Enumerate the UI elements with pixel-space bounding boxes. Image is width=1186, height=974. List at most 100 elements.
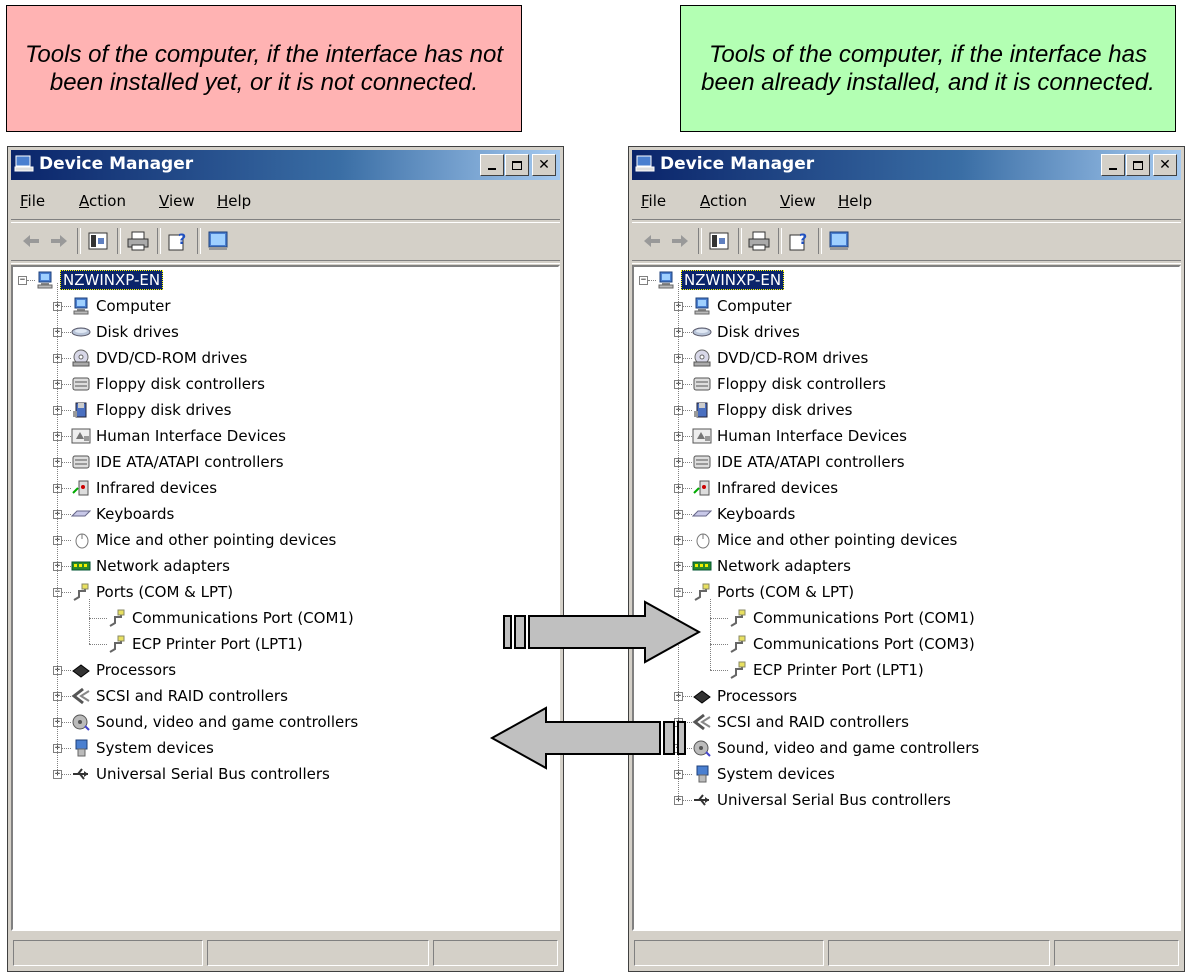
forward-icon[interactable] <box>47 229 71 253</box>
tree-item-human-interface-devices[interactable]: Human Interface Devices <box>692 423 907 449</box>
menu-accelerator: H <box>838 192 850 210</box>
menu-h[interactable]: Help <box>838 192 872 210</box>
tree-item-network-adapters[interactable]: Network adapters <box>692 553 851 579</box>
menu-label: iew <box>789 192 816 210</box>
tree-item-ports-com-lpt[interactable]: Ports (COM & LPT) <box>692 579 854 605</box>
tree-item-scsi-and-raid-controllers[interactable]: SCSI and RAID controllers <box>692 709 909 735</box>
tree-item-ports-com-lpt[interactable]: Ports (COM & LPT) <box>71 579 233 605</box>
tree-item-label: Floppy disk controllers <box>717 375 886 393</box>
tree-item-label: Keyboards <box>96 505 175 523</box>
tree-item-universal-serial-bus-controllers[interactable]: Universal Serial Bus controllers <box>692 787 951 813</box>
device-tree[interactable]: − NZWINXP-EN + Computer + Disk drives + DVD/CD-… <box>11 265 560 931</box>
scan-hardware-icon[interactable] <box>206 229 230 253</box>
tree-item-keyboards[interactable]: Keyboards <box>691 501 795 527</box>
properties-help-icon[interactable]: ? <box>166 229 190 253</box>
tree-child-port[interactable]: Communications Port (COM3) <box>728 631 975 657</box>
menu-f[interactable]: File <box>20 192 45 210</box>
show-hide-tree-icon[interactable] <box>707 229 731 253</box>
tree-item-processors[interactable]: Processors <box>692 683 797 709</box>
tree-child-port[interactable]: ECP Printer Port (LPT1) <box>107 631 303 657</box>
tree-connector <box>710 670 728 672</box>
tree-child-port[interactable]: Communications Port (COM1) <box>728 605 975 631</box>
tree-connector <box>710 599 712 670</box>
status-panel <box>1054 940 1179 966</box>
maximize-button[interactable] <box>505 154 529 176</box>
back-icon[interactable] <box>19 229 43 253</box>
menu-h[interactable]: Help <box>217 192 251 210</box>
tree-connector <box>89 644 107 646</box>
tree-item-sound-video-and-game-controllers[interactable]: Sound, video and game controllers <box>71 709 358 735</box>
collapse-root-toggle[interactable]: − <box>639 276 648 285</box>
tree-item-floppy-disk-controllers[interactable]: Floppy disk controllers <box>71 371 265 397</box>
minimize-button[interactable] <box>480 154 504 176</box>
status-bar <box>11 936 560 968</box>
tree-item-mice-and-other-pointing-devices[interactable]: Mice and other pointing devices <box>71 527 336 553</box>
device-tree[interactable]: − NZWINXP-EN + Computer + Disk drives + DVD/CD-… <box>632 265 1181 931</box>
tree-item-scsi-and-raid-controllers[interactable]: SCSI and RAID controllers <box>71 683 288 709</box>
infrared-icon <box>692 479 712 497</box>
tree-item-computer[interactable]: Computer <box>692 293 792 319</box>
tree-child-port[interactable]: ECP Printer Port (LPT1) <box>728 657 924 683</box>
show-hide-tree-icon[interactable] <box>86 229 110 253</box>
tree-item-label: Processors <box>96 661 177 679</box>
tree-connector <box>62 696 71 698</box>
print-icon[interactable] <box>747 229 771 253</box>
tree-item-label: Ports (COM & LPT) <box>717 583 855 601</box>
tree-item-infrared-devices[interactable]: Infrared devices <box>71 475 217 501</box>
tree-connector <box>683 488 692 490</box>
hid-icon <box>71 427 91 445</box>
tree-item-mice-and-other-pointing-devices[interactable]: Mice and other pointing devices <box>692 527 957 553</box>
tree-item-dvd-cd-rom-drives[interactable]: DVD/CD-ROM drives <box>71 345 247 371</box>
tree-item-floppy-disk-controllers[interactable]: Floppy disk controllers <box>692 371 886 397</box>
collapse-root-toggle[interactable]: − <box>18 276 27 285</box>
close-button[interactable]: ✕ <box>532 154 556 176</box>
tree-item-floppy-disk-drives[interactable]: Floppy disk drives <box>71 397 231 423</box>
tree-item-processors[interactable]: Processors <box>71 657 176 683</box>
title-bar[interactable]: Device Manager ✕ <box>11 150 560 180</box>
tree-item-system-devices[interactable]: System devices <box>71 735 214 761</box>
window-title: Device Manager <box>660 154 815 174</box>
computer-icon <box>656 271 676 289</box>
tree-item-network-adapters[interactable]: Network adapters <box>71 553 230 579</box>
status-panel <box>207 940 429 966</box>
close-button[interactable]: ✕ <box>1153 154 1177 176</box>
tree-item-disk-drives[interactable]: Disk drives <box>71 319 179 345</box>
menu-v[interactable]: View <box>780 192 816 210</box>
tree-item-human-interface-devices[interactable]: Human Interface Devices <box>71 423 286 449</box>
tree-connector <box>62 462 71 464</box>
tree-connector <box>683 462 692 464</box>
tree-item-label: IDE ATA/ATAPI controllers <box>96 453 284 471</box>
tree-item-universal-serial-bus-controllers[interactable]: Universal Serial Bus controllers <box>71 761 330 787</box>
print-icon[interactable] <box>126 229 150 253</box>
tree-item-disk-drives[interactable]: Disk drives <box>692 319 800 345</box>
title-bar[interactable]: Device Manager ✕ <box>632 150 1181 180</box>
menu-v[interactable]: View <box>159 192 195 210</box>
network-icon <box>71 557 91 575</box>
menu-a[interactable]: Action <box>79 192 126 210</box>
tree-item-sound-video-and-game-controllers[interactable]: Sound, video and game controllers <box>692 735 979 761</box>
tree-child-port[interactable]: Communications Port (COM1) <box>107 605 354 631</box>
tree-child-label: ECP Printer Port (LPT1) <box>753 661 924 679</box>
maximize-button[interactable] <box>1126 154 1150 176</box>
forward-icon[interactable] <box>668 229 692 253</box>
toolbar-separator <box>197 228 201 254</box>
tree-item-ide-ata-atapi-controllers[interactable]: IDE ATA/ATAPI controllers <box>71 449 284 475</box>
tree-connector <box>648 280 656 282</box>
back-icon[interactable] <box>640 229 664 253</box>
tree-root[interactable]: NZWINXP-EN <box>35 267 164 293</box>
tree-item-dvd-cd-rom-drives[interactable]: DVD/CD-ROM drives <box>692 345 868 371</box>
tree-item-infrared-devices[interactable]: Infrared devices <box>692 475 838 501</box>
tree-item-floppy-disk-drives[interactable]: Floppy disk drives <box>692 397 852 423</box>
minimize-button[interactable] <box>1101 154 1125 176</box>
menu-f[interactable]: File <box>641 192 666 210</box>
tree-connector <box>683 696 692 698</box>
properties-help-icon[interactable]: ? <box>787 229 811 253</box>
tree-item-ide-ata-atapi-controllers[interactable]: IDE ATA/ATAPI controllers <box>692 449 905 475</box>
tree-item-computer[interactable]: Computer <box>71 293 171 319</box>
menu-a[interactable]: Action <box>700 192 747 210</box>
scan-hardware-icon[interactable] <box>827 229 851 253</box>
tree-item-label: Floppy disk drives <box>96 401 232 419</box>
tree-root[interactable]: NZWINXP-EN <box>656 267 785 293</box>
tree-item-keyboards[interactable]: Keyboards <box>70 501 175 527</box>
tree-item-system-devices[interactable]: System devices <box>692 761 835 787</box>
